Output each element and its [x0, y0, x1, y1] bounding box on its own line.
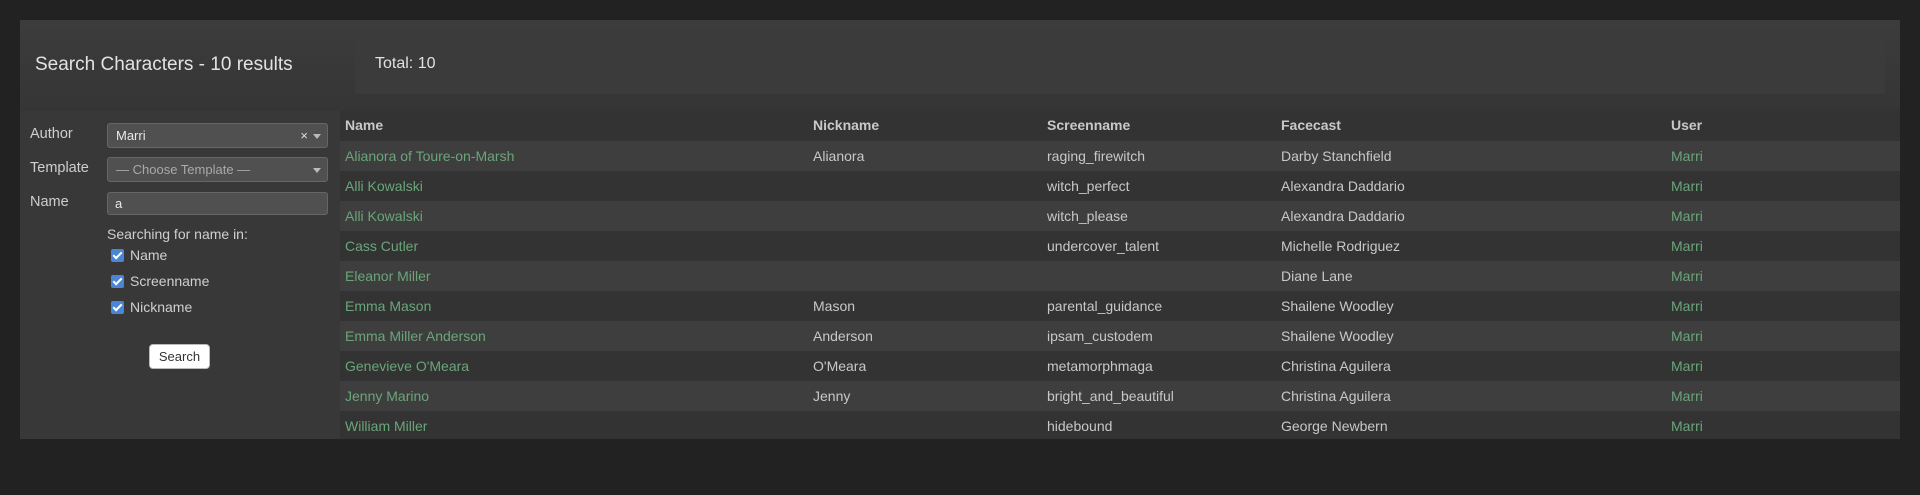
search-button[interactable]: Search: [149, 344, 210, 369]
cell-user-link[interactable]: Marri: [1671, 201, 1703, 231]
template-select[interactable]: — Choose Template —: [107, 157, 328, 182]
table-row: Emma Mason Mason parental_guidance Shailene…: [340, 291, 1900, 321]
cell-facecast: George Newbern: [1281, 418, 1388, 434]
cell-nickname: Mason: [813, 298, 856, 314]
cell-screenname: witch_please: [1047, 208, 1128, 224]
cell-facecast: Darby Stanchfield: [1281, 148, 1392, 164]
total-box: Total: 10: [355, 35, 1885, 94]
column-header-nickname[interactable]: Nickname: [813, 111, 879, 139]
table-body: Alianora of Toure-on-Marsh Alianora raging…: [340, 141, 1900, 441]
cell-name-link[interactable]: William Miller: [345, 411, 427, 441]
column-header-screenname[interactable]: Screenname: [1047, 111, 1130, 139]
column-header-user[interactable]: User: [1671, 111, 1702, 139]
cell-facecast: Alexandra Daddario: [1281, 178, 1405, 194]
cell-name-link[interactable]: Alli Kowalski: [345, 171, 423, 201]
cell-facecast: Diane Lane: [1281, 268, 1353, 284]
cell-nickname: Jenny: [813, 388, 851, 404]
cell-facecast: Christina Aguilera: [1281, 388, 1391, 404]
cell-name-link[interactable]: Genevieve O'Meara: [345, 351, 469, 381]
cell-name-link[interactable]: Alianora of Toure-on-Marsh: [345, 141, 514, 171]
author-select[interactable]: Marri ×: [107, 123, 328, 148]
cell-screenname: ipsam_custodem: [1047, 328, 1153, 344]
cell-user-link[interactable]: Marri: [1671, 411, 1703, 441]
checkbox-checked-icon[interactable]: [111, 301, 124, 314]
cell-screenname: hidebound: [1047, 418, 1113, 434]
checkbox-checked-icon[interactable]: [111, 249, 124, 262]
table-row: William Miller hidebound George Newbern Mar…: [340, 411, 1900, 441]
cell-screenname: metamorphmaga: [1047, 358, 1153, 374]
cell-facecast: Michelle Rodriguez: [1281, 238, 1401, 254]
cell-facecast: Christina Aguilera: [1281, 358, 1391, 374]
chevron-down-icon: [313, 134, 321, 139]
search-sidebar: Author Marri × Template — Choose Templat…: [20, 111, 340, 439]
column-header-name[interactable]: Name: [345, 111, 383, 139]
cell-user-link[interactable]: Marri: [1671, 351, 1703, 381]
table-header: Name Nickname Screenname Facecast User: [340, 111, 1900, 141]
chevron-down-icon: [313, 168, 321, 173]
checkbox-checked-icon[interactable]: [111, 275, 124, 288]
cell-name-link[interactable]: Cass Cutler: [345, 231, 418, 261]
cell-screenname: bright_and_beautiful: [1047, 388, 1174, 404]
table-row: Alli Kowalski witch_perfect Alexandra Dadd…: [340, 171, 1900, 201]
cell-user-link[interactable]: Marri: [1671, 321, 1703, 351]
table-row: Genevieve O'Meara O'Meara metamorphmaga Chr…: [340, 351, 1900, 381]
column-header-facecast[interactable]: Facecast: [1281, 111, 1341, 139]
cell-name-link[interactable]: Jenny Marino: [345, 381, 429, 411]
author-value: Marri: [116, 128, 146, 143]
checkbox-screenname[interactable]: Screenname: [111, 273, 209, 289]
total-count: Total: 10: [375, 55, 436, 72]
author-label: Author: [30, 126, 73, 142]
cell-name-link[interactable]: Emma Miller Anderson: [345, 321, 486, 351]
checkbox-label: Nickname: [130, 299, 193, 315]
cell-screenname: raging_firewitch: [1047, 148, 1146, 164]
cell-user-link[interactable]: Marri: [1671, 171, 1703, 201]
table-row: Emma Miller Anderson Anderson ipsam_custod…: [340, 321, 1900, 351]
clear-icon[interactable]: ×: [300, 124, 308, 147]
cell-user-link[interactable]: Marri: [1671, 261, 1703, 291]
cell-user-link[interactable]: Marri: [1671, 141, 1703, 171]
results-table: Name Nickname Screenname Facecast User A…: [340, 111, 1900, 441]
table-row: Jenny Marino Jenny bright_and_beautiful Chr…: [340, 381, 1900, 411]
template-placeholder: — Choose Template —: [116, 162, 251, 177]
panel-header: Search Characters - 10 results Total: 10: [20, 20, 1900, 111]
cell-screenname: witch_perfect: [1047, 178, 1130, 194]
template-label: Template: [30, 160, 89, 176]
cell-user-link[interactable]: Marri: [1671, 291, 1703, 321]
cell-screenname: parental_guidance: [1047, 298, 1163, 314]
cell-name-link[interactable]: Alli Kowalski: [345, 201, 423, 231]
cell-name-link[interactable]: Emma Mason: [345, 291, 431, 321]
checkbox-label: Name: [130, 247, 168, 263]
page-title: Search Characters - 10 results: [35, 54, 293, 75]
name-input[interactable]: [107, 192, 328, 215]
cell-user-link[interactable]: Marri: [1671, 381, 1703, 411]
checkbox-nickname[interactable]: Nickname: [111, 299, 192, 315]
cell-facecast: Shailene Woodley: [1281, 328, 1394, 344]
cell-name-link[interactable]: Eleanor Miller: [345, 261, 431, 291]
cell-nickname: O'Meara: [813, 358, 867, 374]
table-row: Alianora of Toure-on-Marsh Alianora raging…: [340, 141, 1900, 171]
cell-facecast: Alexandra Daddario: [1281, 208, 1405, 224]
checkbox-label: Screenname: [130, 273, 210, 289]
checkbox-name[interactable]: Name: [111, 247, 167, 263]
table-row: Eleanor Miller Diane Lane Marri: [340, 261, 1900, 291]
cell-nickname: Anderson: [813, 328, 873, 344]
cell-user-link[interactable]: Marri: [1671, 231, 1703, 261]
search-in-label: Searching for name in:: [107, 226, 248, 242]
cell-facecast: Shailene Woodley: [1281, 298, 1394, 314]
cell-nickname: Alianora: [813, 148, 865, 164]
name-label: Name: [30, 194, 69, 210]
search-panel: Search Characters - 10 results Total: 10…: [20, 20, 1900, 439]
cell-screenname: undercover_talent: [1047, 238, 1160, 254]
table-row: Alli Kowalski witch_please Alexandra Dadda…: [340, 201, 1900, 231]
table-row: Cass Cutler undercover_talent Michelle Rod…: [340, 231, 1900, 261]
